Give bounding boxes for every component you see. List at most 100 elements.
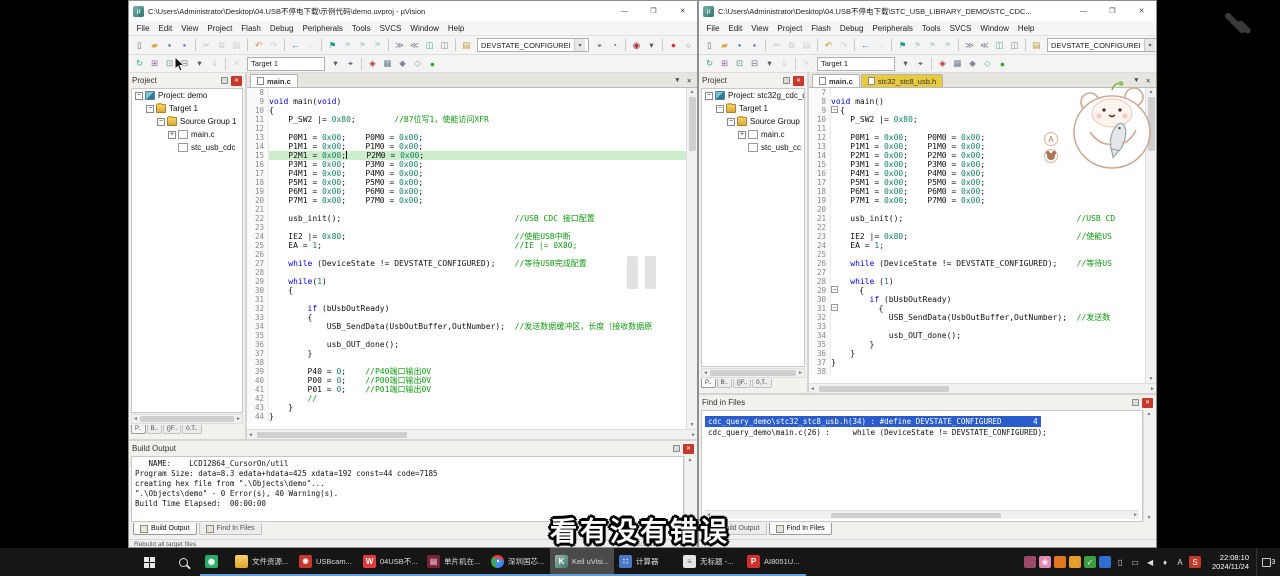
sticker-a-button[interactable]: A [1044, 132, 1058, 146]
collapse-icon[interactable]: − [705, 92, 713, 100]
editor-tab[interactable]: main.c [812, 74, 860, 87]
batch-caret-icon[interactable]: ▾ [193, 57, 206, 70]
options-wand-icon[interactable]: ⌖ [914, 57, 927, 70]
menu-peripherals[interactable]: Peripherals [868, 24, 917, 33]
collapse-icon[interactable]: − [146, 105, 154, 113]
pin-icon[interactable] [783, 77, 790, 84]
chevron-down-icon[interactable]: ▾ [574, 39, 585, 51]
menu-svcs[interactable]: SVCS [945, 24, 976, 33]
search-button[interactable] [166, 548, 200, 576]
target-caret-icon[interactable]: ▾ [899, 57, 912, 70]
taskbar-app-usbcam[interactable]: ◉USBcam... [294, 548, 358, 576]
taskbar-app-mcu[interactable]: ▤单片机在... [422, 548, 486, 576]
panel-side-tab[interactable]: P.. [131, 425, 146, 434]
save-all-icon[interactable]: ▪ [178, 39, 191, 52]
target-caret-icon[interactable]: ▾ [329, 57, 342, 70]
bookmark-prev-icon[interactable]: ⚑ [341, 39, 354, 52]
panel-vscrollbar[interactable]: ▲ ▼ [1143, 410, 1154, 522]
nav-forward-icon[interactable]: → [874, 39, 887, 52]
breakpoint-icon[interactable]: ● [667, 39, 680, 52]
tray-icon-search[interactable]: ◌ [1069, 556, 1081, 568]
menu-edit[interactable]: Edit [724, 24, 747, 33]
nav-forward-icon[interactable]: → [304, 39, 317, 52]
menu-tools[interactable]: Tools [917, 24, 945, 33]
scroll-left-icon[interactable]: ◄ [703, 370, 708, 376]
flag-config-icon[interactable]: ▤ [460, 39, 473, 52]
debug-settings-icon[interactable]: ▦ [381, 57, 394, 70]
scroll-up-icon[interactable]: ▲ [688, 457, 693, 463]
collapse-icon[interactable]: − [135, 92, 143, 100]
start-button[interactable] [132, 548, 166, 576]
menu-debug[interactable]: Debug [835, 24, 868, 33]
translate-icon[interactable]: ↻ [133, 57, 146, 70]
tree-item[interactable]: stc_usb_cdc [132, 141, 242, 154]
outdent-icon[interactable]: ≪ [408, 39, 421, 52]
download-icon[interactable]: ⇓ [778, 57, 791, 70]
scroll-left-icon[interactable]: ◄ [810, 386, 815, 392]
translate-icon[interactable]: ↻ [703, 57, 716, 70]
tree-item[interactable]: −Source Group 1 [132, 115, 242, 128]
paste-icon[interactable]: ▤ [230, 39, 243, 52]
tab-list-icon[interactable]: ▼ [674, 77, 680, 85]
collapse-icon[interactable]: − [157, 118, 165, 126]
find-caret-icon[interactable]: ▾ [645, 39, 658, 52]
find-result-row[interactable]: cdc_query_demo\stc32_stc8_usb.h(34) : #d… [705, 416, 1041, 427]
tray-icon-phone[interactable]: ▯ [1114, 556, 1126, 568]
scroll-right-icon[interactable]: ► [1150, 386, 1155, 392]
debug-icon[interactable]: ◈ [366, 57, 379, 70]
tree-item[interactable]: −Source Group [702, 115, 804, 128]
debug-icon[interactable]: ◈ [936, 57, 949, 70]
tray-icon-check[interactable]: ✓ [1084, 556, 1096, 568]
minimize-icon[interactable]: — [1071, 2, 1096, 20]
scroll-left-icon[interactable]: ◄ [133, 416, 138, 422]
menu-window[interactable]: Window [406, 24, 443, 33]
find-results-content[interactable]: cdc_query_demo\stc32_stc8_usb.h(34) : #d… [701, 410, 1143, 522]
maximize-icon[interactable]: ❐ [641, 2, 666, 20]
editor-tab[interactable]: stc32_stc8_usb.h [861, 74, 943, 87]
uncomment-icon[interactable]: ◫ [438, 39, 451, 52]
taskbar-app-calc[interactable]: ∷计算器 [614, 548, 678, 576]
find-icon[interactable]: ◉ [630, 39, 643, 52]
comment-icon[interactable]: ◫ [423, 39, 436, 52]
panel-side-tab[interactable]: P.. [701, 379, 716, 388]
panel-side-tab[interactable]: B.. [717, 379, 732, 388]
comment-icon[interactable]: ◫ [993, 39, 1006, 52]
new-file-icon[interactable]: ▯ [133, 39, 146, 52]
panel-close-icon[interactable]: ✕ [793, 76, 804, 86]
taskbar-app-chrome[interactable]: 深圳国芯... [486, 548, 550, 576]
scroll-right-icon[interactable]: ► [691, 432, 696, 438]
cut-icon[interactable]: ✂ [200, 39, 213, 52]
menu-tools[interactable]: Tools [347, 24, 375, 33]
tray-icon-s[interactable]: S [1189, 556, 1201, 568]
bookmark-icon[interactable]: ⚑ [896, 39, 909, 52]
flash-diamond-icon[interactable]: ◆ [396, 57, 409, 70]
tree-item[interactable]: +main.c [702, 128, 804, 141]
tray-icon-flower[interactable]: ❀ [1039, 556, 1051, 568]
tray-icon-a[interactable]: A [1174, 556, 1186, 568]
menu-edit[interactable]: Edit [154, 24, 177, 33]
nav-back-icon[interactable]: ← [859, 39, 872, 52]
scroll-thumb[interactable] [819, 386, 949, 392]
expand-icon[interactable]: + [168, 131, 176, 139]
panel-side-tab[interactable]: B.. [147, 425, 162, 434]
uncomment-icon[interactable]: ◫ [1008, 39, 1021, 52]
project-hscrollbar[interactable]: ◄ ► [131, 414, 243, 424]
minimize-icon[interactable]: — [612, 2, 637, 20]
bookmark-next-icon[interactable]: ⚑ [356, 39, 369, 52]
debug-settings-icon[interactable]: ▦ [951, 57, 964, 70]
cut-icon[interactable]: ✂ [770, 39, 783, 52]
taskbar-app-pdf[interactable]: PAI8051U... [742, 548, 806, 576]
menu-help[interactable]: Help [443, 24, 468, 33]
chevron-down-icon[interactable]: ▾ [1144, 39, 1155, 51]
tree-item[interactable]: stc_usb_cc [702, 141, 804, 154]
open-folder-icon[interactable]: ▰ [148, 39, 161, 52]
menu-view[interactable]: View [177, 24, 203, 33]
browse-icon[interactable]: ◔ [608, 39, 621, 52]
indent-icon[interactable]: ≫ [393, 39, 406, 52]
target-combo[interactable]: Target 1 [817, 57, 895, 71]
taskbar-app-wps[interactable]: W04USB不... [358, 548, 422, 576]
open-folder-icon[interactable]: ▰ [718, 39, 731, 52]
download-icon[interactable]: ⇓ [208, 57, 221, 70]
copy-icon[interactable]: ⧉ [215, 39, 228, 52]
pin-icon[interactable] [221, 77, 228, 84]
